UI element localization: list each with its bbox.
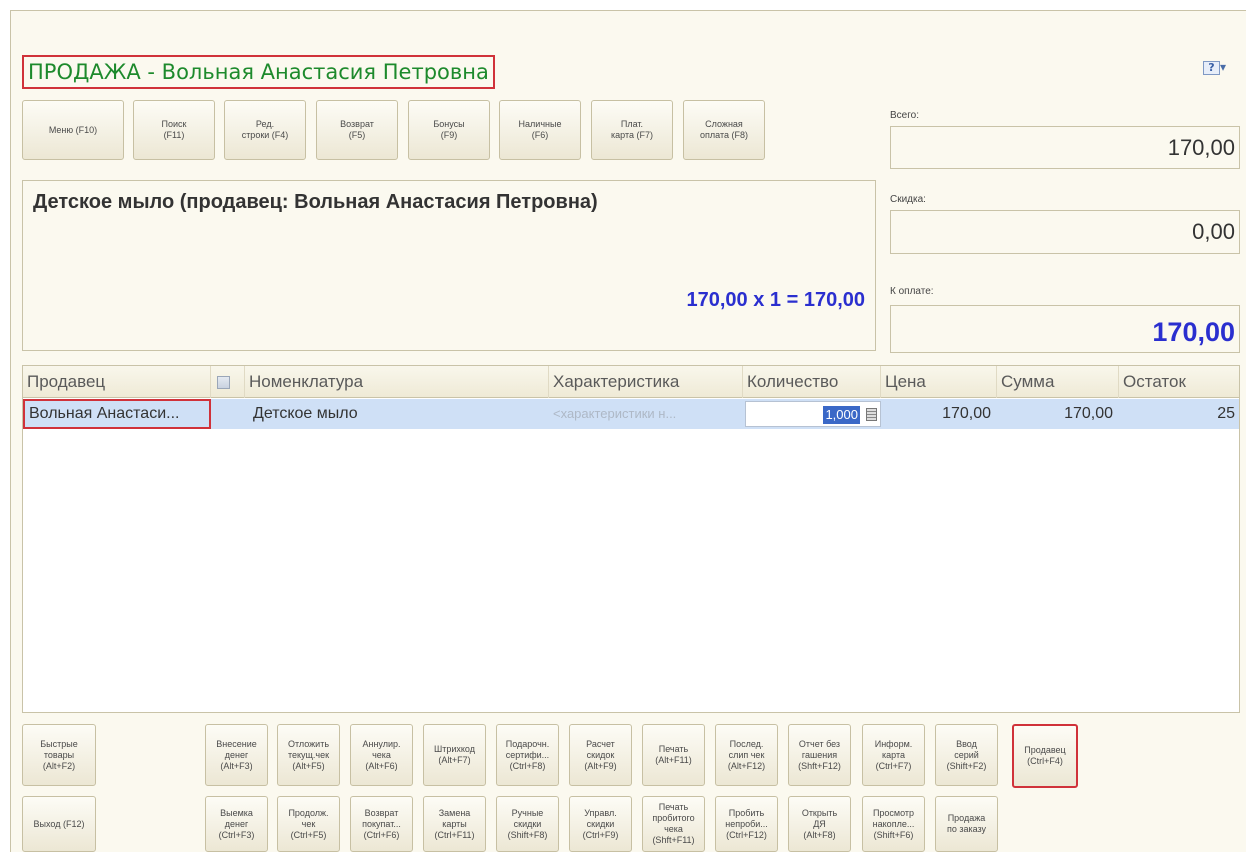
total-value: 170,00 [890, 126, 1240, 169]
quick-goods-button[interactable]: Быстрые товары (Alt+F2) [22, 724, 96, 786]
cell-characteristic[interactable]: <характеристики н... [549, 399, 743, 429]
cell-rest[interactable]: 25 [1119, 399, 1241, 429]
exit-button[interactable]: Выход (F12) [22, 796, 96, 852]
enter-series-button[interactable]: Ввод серий (Shift+F2) [935, 724, 998, 786]
col-price[interactable]: Цена [881, 366, 997, 398]
col-rest[interactable]: Остаток [1119, 366, 1241, 398]
manual-discounts-button[interactable]: Ручные скидки (Shift+F8) [496, 796, 559, 852]
quantity-input[interactable]: 1,000 [745, 401, 881, 427]
calculator-icon[interactable] [866, 408, 877, 421]
card-payment-button[interactable]: Плат. карта (F7) [591, 100, 673, 160]
complex-payment-button[interactable]: Сложная оплата (F8) [683, 100, 765, 160]
quantity-value[interactable]: 1,000 [823, 406, 860, 424]
sale-by-order-button[interactable]: Продажа по заказу [935, 796, 998, 852]
pay-value: 170,00 [890, 305, 1240, 353]
cell-nomenclature[interactable]: Детское мыло [249, 399, 549, 429]
cash-button[interactable]: Наличные (F6) [499, 100, 581, 160]
open-drawer-button[interactable]: Открыть ДЯ (Alt+F8) [788, 796, 851, 852]
edit-row-button[interactable]: Ред. строки (F4) [224, 100, 306, 160]
product-info-panel: Детское мыло (продавец: Вольная Анастаси… [22, 180, 876, 351]
menu-button[interactable]: Меню (F10) [22, 100, 124, 160]
seller-button[interactable]: Продавец (Ctrl+F4) [1012, 724, 1078, 788]
total-label: Всего: [890, 110, 919, 121]
table-header: Продавец Номенклатура Характеристика Кол… [23, 366, 1239, 398]
col-seller[interactable]: Продавец [23, 366, 211, 398]
cash-in-button[interactable]: Внесение денег (Alt+F3) [205, 724, 268, 786]
continue-check-button[interactable]: Продолж. чек (Ctrl+F5) [277, 796, 340, 852]
checkbox-icon[interactable] [217, 376, 230, 390]
customer-return-button[interactable]: Возврат покупат... (Ctrl+F6) [350, 796, 413, 852]
print-punched-check-button[interactable]: Печать пробитого чека (Shft+F11) [642, 796, 705, 852]
info-card-button[interactable]: Информ. карта (Ctrl+F7) [862, 724, 925, 786]
cell-sum[interactable]: 170,00 [997, 399, 1119, 429]
cell-seller[interactable]: Вольная Анастаси... [23, 399, 211, 429]
col-sum[interactable]: Сумма [997, 366, 1119, 398]
replace-card-button[interactable]: Замена карты (Ctrl+F11) [423, 796, 486, 852]
calc-line: 170,00 x 1 = 170,00 [686, 289, 866, 311]
help-icon[interactable]: ? ▾ [1203, 60, 1235, 80]
col-nomenclature[interactable]: Номенклатура [245, 366, 549, 398]
table-row[interactable]: Вольная Анастаси... Детское мыло <характ… [23, 399, 1239, 429]
pay-label: К оплате: [890, 286, 934, 297]
barcode-button[interactable]: Штрихкод (Alt+F7) [423, 724, 486, 786]
col-characteristic[interactable]: Характеристика [549, 366, 743, 398]
print-button[interactable]: Печать (Alt+F11) [642, 724, 705, 786]
search-button[interactable]: Поиск (F11) [133, 100, 215, 160]
last-slip-button[interactable]: Послед. слип чек (Alt+F12) [715, 724, 778, 786]
bonuses-button[interactable]: Бонусы (F9) [408, 100, 490, 160]
gift-certificate-button[interactable]: Подарочн. сертифи... (Ctrl+F8) [496, 724, 559, 786]
col-checkbox[interactable] [211, 366, 245, 398]
calc-discounts-button[interactable]: Расчет скидок (Alt+F9) [569, 724, 632, 786]
cash-out-button[interactable]: Выемка денег (Ctrl+F3) [205, 796, 268, 852]
discount-label: Скидка: [890, 194, 926, 205]
punch-unpunched-button[interactable]: Пробить непроби... (Ctrl+F12) [715, 796, 778, 852]
postpone-check-button[interactable]: Отложить текущ.чек (Alt+F5) [277, 724, 340, 786]
cancel-check-button[interactable]: Аннулир. чека (Alt+F6) [350, 724, 413, 786]
col-quantity[interactable]: Количество [743, 366, 881, 398]
manage-discounts-button[interactable]: Управл. скидки (Ctrl+F9) [569, 796, 632, 852]
discount-value: 0,00 [890, 210, 1240, 254]
page-title: ПРОДАЖА - Вольная Анастасия Петровна [22, 55, 495, 89]
product-line: Детское мыло (продавец: Вольная Анастаси… [33, 191, 598, 213]
goods-table[interactable]: Продавец Номенклатура Характеристика Кол… [22, 365, 1240, 713]
view-accumulations-button[interactable]: Просмотр накопле... (Shift+F6) [862, 796, 925, 852]
return-button[interactable]: Возврат (F5) [316, 100, 398, 160]
x-report-button[interactable]: Отчет без гашения (Shft+F12) [788, 724, 851, 786]
cell-price[interactable]: 170,00 [881, 399, 997, 429]
